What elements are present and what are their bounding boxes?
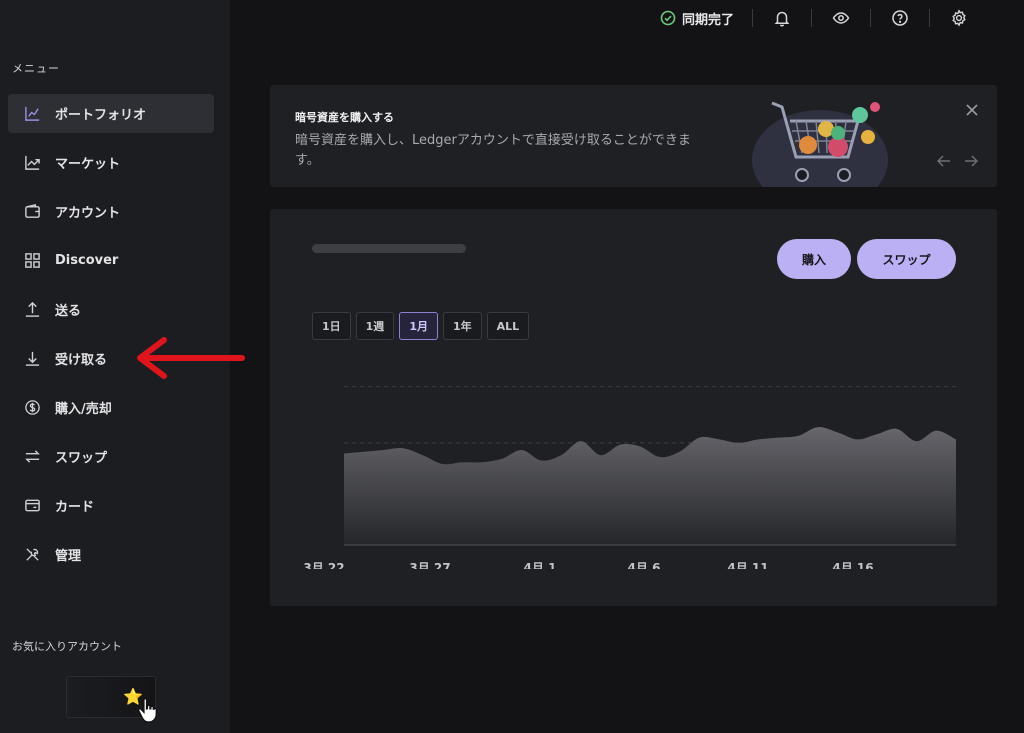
shopping-cart-illustration <box>752 101 888 187</box>
trending-icon <box>25 155 40 170</box>
favorite-account-slot[interactable]: ⭐ <box>66 676 157 723</box>
range-1w-button[interactable]: 1週 <box>355 312 395 340</box>
arrow-up-icon <box>25 301 40 317</box>
sidebar-item-label: マーケット <box>55 157 121 172</box>
annotation-arrow-icon <box>137 337 245 379</box>
sidebar-item-label: 購入/売却 <box>55 402 112 417</box>
sidebar-item-discover[interactable]: Discover <box>8 241 214 280</box>
sidebar-item-label: 管理 <box>55 549 82 564</box>
x-tick-label: 4月 1 <box>524 561 557 569</box>
swap-button[interactable]: スワップ <box>857 239 956 279</box>
sidebar-item-label: スワップ <box>55 451 108 466</box>
time-range-selector: 1日 1週 1月 1年 ALL <box>312 312 534 340</box>
dollar-icon <box>25 400 40 415</box>
sidebar-item-send[interactable]: 送る <box>8 290 214 329</box>
x-tick-label: 4月 11 <box>727 561 768 569</box>
sidebar-item-label: アカウント <box>55 206 121 221</box>
toggle-visibility-button[interactable] <box>812 9 870 27</box>
banner-title: 暗号資産を購入する <box>295 111 394 124</box>
sync-status-text: 同期完了 <box>682 12 735 28</box>
sidebar-item-label: ポートフォリオ <box>55 108 147 123</box>
tools-icon <box>26 548 39 561</box>
sidebar-item-buy-sell[interactable]: 購入/売却 <box>8 388 214 427</box>
chart-line-icon <box>25 106 40 121</box>
favorites-label: お気に入りアカウント <box>12 640 122 653</box>
sidebar-item-label: Discover <box>55 253 119 268</box>
balance-loading-placeholder <box>312 244 466 253</box>
card-icon <box>25 499 40 512</box>
bell-icon <box>774 11 790 27</box>
sidebar-item-manager[interactable]: 管理 <box>8 535 214 574</box>
banner-description: 暗号資産を購入し、Ledgerアカウントで直接受け取ることができます。 <box>295 133 691 168</box>
arrow-left-icon[interactable] <box>937 155 951 167</box>
sidebar-item-portfolio[interactable]: ポートフォリオ <box>8 94 214 133</box>
arrow-down-icon <box>25 351 40 366</box>
range-1d-button[interactable]: 1日 <box>312 312 351 340</box>
grid-icon <box>25 253 40 268</box>
x-tick-label: 3月 22 <box>303 561 344 569</box>
settings-button[interactable] <box>930 9 988 27</box>
range-1y-button[interactable]: 1年 <box>442 312 482 340</box>
range-all-button[interactable]: ALL <box>486 312 530 340</box>
top-bar: 同期完了 <box>660 0 988 36</box>
swap-icon <box>25 450 40 463</box>
x-tick-label: 4月 6 <box>628 561 661 569</box>
help-icon <box>892 10 908 26</box>
gear-icon <box>952 9 966 27</box>
promo-banner: 暗号資産を購入する 暗号資産を購入し、Ledgerアカウントで直接受け取ることが… <box>270 85 997 187</box>
x-tick-label: 3月 27 <box>409 561 450 569</box>
check-circle-icon <box>660 10 676 26</box>
eye-icon <box>832 12 850 24</box>
x-tick-label: 4月 16 <box>832 561 873 569</box>
sidebar-item-card[interactable]: カード <box>8 486 214 525</box>
sidebar-item-market[interactable]: マーケット <box>8 143 214 182</box>
range-1m-button[interactable]: 1月 <box>399 312 438 340</box>
help-button[interactable] <box>871 9 929 27</box>
hand-cursor-icon <box>138 698 157 723</box>
wallet-icon <box>25 204 40 218</box>
arrow-right-icon[interactable] <box>964 155 978 167</box>
sidebar-item-label: 受け取る <box>55 353 108 368</box>
sidebar-item-label: 送る <box>55 304 82 319</box>
sync-status: 同期完了 <box>660 9 734 28</box>
close-icon[interactable] <box>965 103 979 117</box>
sidebar-item-accounts[interactable]: アカウント <box>8 192 214 231</box>
portfolio-chart: 3月 22 3月 27 4月 1 4月 6 4月 11 4月 16 <box>303 386 956 569</box>
menu-label: メニュー <box>12 62 60 75</box>
buy-button[interactable]: 購入 <box>777 239 851 279</box>
chart-area-series <box>344 427 956 545</box>
sidebar-item-label: カード <box>55 500 95 515</box>
portfolio-card: 購入 スワップ 1日 1週 1月 1年 ALL 3月 22 3月 27 4月 1 4月… <box>270 209 997 606</box>
sidebar-item-swap[interactable]: スワップ <box>8 437 214 476</box>
notifications-button[interactable] <box>753 9 811 27</box>
